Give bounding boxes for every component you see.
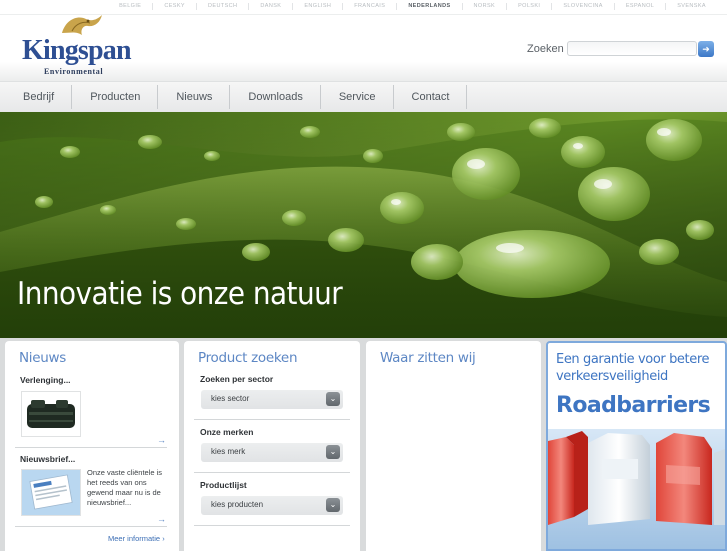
sector-select[interactable]: kies sector ⌄ xyxy=(201,390,343,409)
locations-panel: Waar zitten wij xyxy=(366,341,541,551)
product-search-panel: Product zoeken Zoeken per sector kies se… xyxy=(184,341,360,551)
locations-panel-title[interactable]: Waar zitten wij xyxy=(380,350,476,366)
brand-select[interactable]: kies merk ⌄ xyxy=(201,443,343,462)
language-link[interactable]: SVENSKA xyxy=(665,3,717,10)
roadbarriers-banner[interactable]: Een garantie voor betere verkeersveiligh… xyxy=(546,341,727,551)
language-link[interactable]: NORSK xyxy=(461,3,507,10)
nav-item-contact[interactable]: Contact xyxy=(394,85,468,109)
nav-item-producten[interactable]: Producten xyxy=(72,85,159,109)
product-divider xyxy=(194,419,350,420)
language-link[interactable]: DANSK xyxy=(248,3,292,10)
nav-item-bedrijf[interactable]: Bedrijf xyxy=(0,85,73,109)
news-item-excerpt: Onze vaste cliëntele is het reeds van on… xyxy=(87,468,163,507)
language-link[interactable]: DEUTSCH xyxy=(196,3,248,10)
product-list-select[interactable]: kies producten ⌄ xyxy=(201,496,343,515)
language-link[interactable]: SLOVENCINA xyxy=(551,3,613,10)
banner-slogan: Een garantie voor betere verkeersveiligh… xyxy=(556,352,710,384)
news-thumbnail-newsletter[interactable] xyxy=(21,469,81,516)
news-divider xyxy=(15,447,167,448)
chevron-down-icon: ⌄ xyxy=(326,392,340,406)
arrow-right-icon[interactable]: → xyxy=(157,435,166,445)
chevron-right-icon: › xyxy=(162,534,165,543)
search-input[interactable] xyxy=(567,41,697,56)
chevron-down-icon: ⌄ xyxy=(326,498,340,512)
language-link[interactable]: BELGIE xyxy=(108,3,152,10)
newsletter-image xyxy=(22,470,80,515)
brand-select-value: kies merk xyxy=(211,447,246,456)
search-label: Zoeken xyxy=(527,43,564,55)
kingspan-logo[interactable]: Kingspan Environmental xyxy=(22,15,134,77)
language-link[interactable]: CESKY xyxy=(152,3,196,10)
arrow-right-icon: ➜ xyxy=(702,44,710,54)
sector-select-value: kies sector xyxy=(211,394,250,403)
hero-banner[interactable]: Innovatie is onze natuur xyxy=(0,112,727,338)
arrow-right-icon[interactable]: → xyxy=(157,514,166,524)
news-item-title[interactable]: Verlenging... xyxy=(20,375,71,385)
language-link[interactable]: ENGLISH xyxy=(292,3,342,10)
more-info-link[interactable]: Meer informatie › xyxy=(108,534,165,543)
product-list-label: Productlijst xyxy=(200,480,247,490)
nav-item-downloads[interactable]: Downloads xyxy=(230,85,321,109)
news-divider xyxy=(15,526,167,527)
more-info-label: Meer informatie xyxy=(108,534,161,543)
brands-label: Onze merken xyxy=(200,427,254,437)
language-list: BELGIE CESKY DEUTSCH DANSK ENGLISH FRANCAIS NE… xyxy=(108,3,717,10)
logo-wordmark: Kingspan xyxy=(22,35,132,66)
logo-subtitle: Environmental xyxy=(44,67,104,76)
roadbarrier-image xyxy=(548,429,725,549)
main-nav: Bedrijf Producten Nieuws Downloads Servi… xyxy=(0,81,727,112)
header: Kingspan Environmental Zoeken ➜ xyxy=(0,15,727,81)
language-link[interactable]: NEDERLANDS xyxy=(396,3,461,10)
product-panel-title: Product zoeken xyxy=(198,350,298,366)
news-item-title[interactable]: Nieuwsbrief... xyxy=(20,454,75,464)
product-list-select-value: kies producten xyxy=(211,500,264,509)
nav-item-nieuws[interactable]: Nieuws xyxy=(158,85,231,109)
news-panel-title: Nieuws xyxy=(19,350,66,366)
tank-image xyxy=(27,400,75,428)
product-divider xyxy=(194,472,350,473)
news-panel: Nieuws Verlenging... → Nieuwsbrief... On… xyxy=(5,341,179,551)
search-submit-button[interactable]: ➜ xyxy=(698,41,714,57)
language-link[interactable]: ESPANOL xyxy=(613,3,665,10)
language-bar: BELGIE CESKY DEUTSCH DANSK ENGLISH FRANCAIS NE… xyxy=(0,0,727,15)
banner-title: Roadbarriers xyxy=(556,393,711,418)
sector-label: Zoeken per sector xyxy=(200,374,274,384)
product-divider xyxy=(194,525,350,526)
language-link[interactable]: FRANCAIS xyxy=(342,3,396,10)
language-link[interactable]: POLSKI xyxy=(506,3,551,10)
news-thumbnail-tank[interactable] xyxy=(21,391,81,437)
hero-caption: Innovatie is onze natuur xyxy=(17,276,343,312)
nav-item-service[interactable]: Service xyxy=(321,85,394,109)
chevron-down-icon: ⌄ xyxy=(326,445,340,459)
